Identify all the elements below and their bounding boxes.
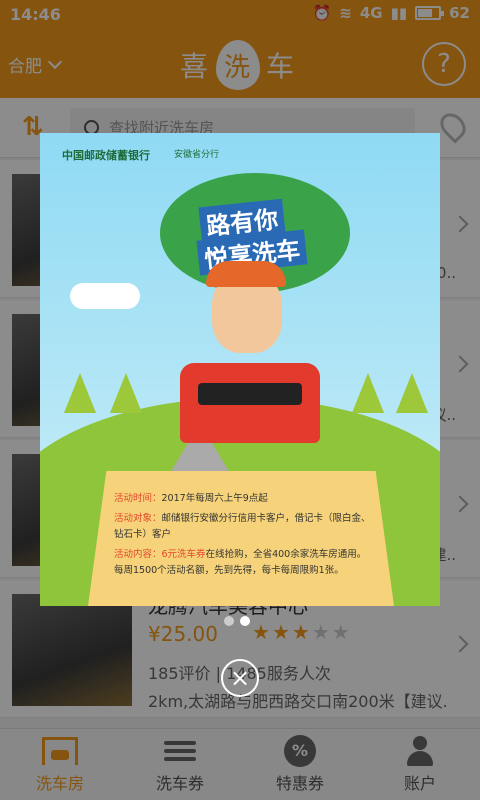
- time-label: 活动时间：: [114, 493, 162, 504]
- bank-branch: 安徽省分行: [174, 150, 220, 160]
- promo-banner[interactable]: 中国邮政储蓄银行 安徽省分行 路有你 悦享洗车 活动时间：2017年每周六上午9…: [40, 133, 440, 606]
- page-dot: [240, 616, 250, 626]
- page-indicator: [224, 616, 250, 626]
- tree-illustration: [110, 373, 142, 413]
- tree-illustration: [352, 373, 384, 413]
- content-highlight: 6元洗车券: [161, 549, 206, 560]
- bank-name: 中国邮政储蓄银行: [62, 149, 150, 162]
- page-dot: [224, 616, 234, 626]
- content-label: 活动内容：: [114, 549, 162, 560]
- tree-illustration: [64, 373, 96, 413]
- promo-info-panel: 活动时间：2017年每周六上午9点起 活动对象：邮储银行安徽分行信用卡客户，借记…: [88, 471, 394, 606]
- time-text: 2017年每周六上午9点起: [161, 493, 268, 504]
- close-button[interactable]: ×: [221, 659, 259, 697]
- target-label: 活动对象：: [114, 513, 162, 524]
- cloud-illustration: [70, 283, 140, 309]
- tree-illustration: [396, 373, 428, 413]
- car-illustration: [180, 363, 320, 443]
- driver-hat: [206, 261, 286, 287]
